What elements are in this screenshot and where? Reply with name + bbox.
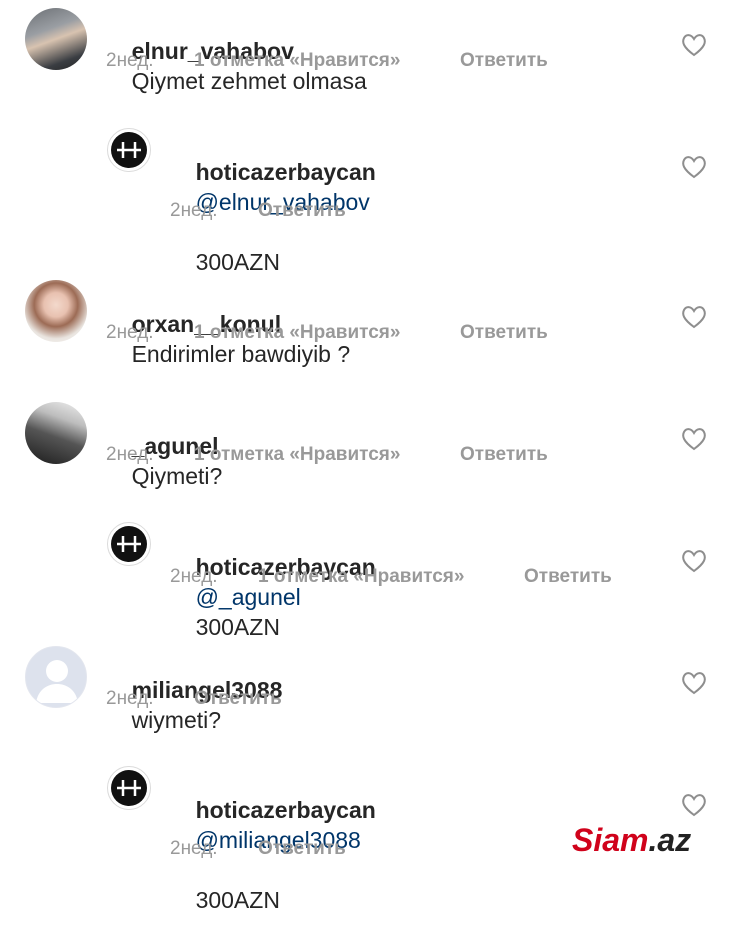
reply-button[interactable]: Ответить	[258, 200, 346, 222]
comment-username[interactable]: hoticazerbaycan	[196, 159, 376, 185]
brand-logo-icon	[111, 770, 147, 806]
comment-text: Endirimler bawdiyib ?	[131, 341, 351, 367]
avatar[interactable]	[25, 402, 87, 464]
heart-icon[interactable]	[681, 793, 707, 817]
comment-time: 2нед.	[106, 688, 154, 709]
comment-text: wiymeti?	[131, 707, 222, 733]
comment-time: 2нед.	[106, 50, 154, 71]
watermark-logo: Siam.az	[572, 822, 691, 859]
reply-button[interactable]: Ответить	[460, 444, 548, 466]
default-avatar-icon	[36, 660, 78, 703]
comment-text: Qiymeti?	[131, 463, 223, 489]
comment-text: 300AZN	[195, 887, 280, 913]
avatar[interactable]	[25, 280, 87, 342]
watermark-part-b: .az	[648, 822, 692, 858]
reply-button[interactable]: Ответить	[524, 566, 612, 588]
avatar[interactable]	[25, 8, 87, 70]
comment-time: 2нед.	[106, 322, 154, 343]
likes-count-link[interactable]: 1 отметка «Нравится»	[194, 322, 460, 344]
heart-icon[interactable]	[681, 155, 707, 179]
heart-icon[interactable]	[681, 549, 707, 573]
comment-time: 2нед.	[106, 444, 154, 465]
likes-count-link[interactable]: 1 отметка «Нравится»	[194, 444, 460, 466]
reply-button[interactable]: Ответить	[460, 50, 548, 72]
avatar[interactable]	[25, 646, 87, 708]
brand-logo-icon	[111, 526, 147, 562]
comment-text: 300AZN	[195, 249, 280, 275]
avatar[interactable]	[107, 522, 151, 566]
comment-username[interactable]: hoticazerbaycan	[196, 797, 376, 823]
comment-time: 2нед.	[170, 566, 218, 587]
likes-count-link[interactable]: 1 отметка «Нравится»	[258, 566, 524, 588]
heart-icon[interactable]	[681, 33, 707, 57]
comment-text: 300AZN	[195, 614, 280, 640]
brand-logo-icon	[111, 132, 147, 168]
heart-icon[interactable]	[681, 305, 707, 329]
avatar[interactable]	[107, 128, 151, 172]
heart-icon[interactable]	[681, 427, 707, 451]
reply-button[interactable]: Ответить	[460, 322, 548, 344]
comment-time: 2нед.	[170, 200, 218, 221]
comment-time: 2нед.	[170, 838, 218, 859]
watermark-part-a: Siam	[572, 822, 649, 858]
reply-button[interactable]: Ответить	[258, 838, 346, 860]
heart-icon[interactable]	[681, 671, 707, 695]
avatar[interactable]	[107, 766, 151, 810]
likes-count-link[interactable]: 1 отметка «Нравится»	[194, 50, 460, 72]
reply-button[interactable]: Ответить	[194, 688, 282, 710]
